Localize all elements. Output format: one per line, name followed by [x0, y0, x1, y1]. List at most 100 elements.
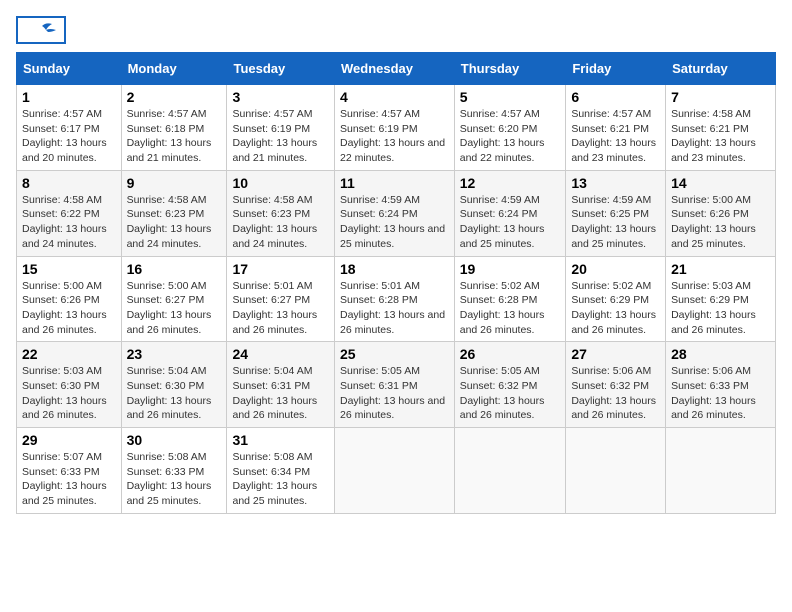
calendar-cell: 30 Sunrise: 5:08 AMSunset: 6:33 PMDaylig…	[121, 428, 227, 514]
day-number: 17	[232, 261, 329, 277]
calendar-cell: 16 Sunrise: 5:00 AMSunset: 6:27 PMDaylig…	[121, 256, 227, 342]
day-info: Sunrise: 4:58 AMSunset: 6:22 PMDaylight:…	[22, 193, 116, 252]
calendar-cell: 3 Sunrise: 4:57 AMSunset: 6:19 PMDayligh…	[227, 85, 335, 171]
column-header-wednesday: Wednesday	[334, 53, 454, 85]
day-number: 27	[571, 346, 660, 362]
day-number: 24	[232, 346, 329, 362]
day-number: 10	[232, 175, 329, 191]
calendar-cell: 17 Sunrise: 5:01 AMSunset: 6:27 PMDaylig…	[227, 256, 335, 342]
day-number: 5	[460, 89, 561, 105]
day-info: Sunrise: 4:58 AMSunset: 6:23 PMDaylight:…	[127, 193, 222, 252]
day-info: Sunrise: 5:06 AMSunset: 6:33 PMDaylight:…	[671, 364, 770, 423]
calendar-table: SundayMondayTuesdayWednesdayThursdayFrid…	[16, 52, 776, 514]
calendar-cell: 19 Sunrise: 5:02 AMSunset: 6:28 PMDaylig…	[454, 256, 566, 342]
day-number: 2	[127, 89, 222, 105]
calendar-cell: 14 Sunrise: 5:00 AMSunset: 6:26 PMDaylig…	[666, 170, 776, 256]
day-info: Sunrise: 5:05 AMSunset: 6:32 PMDaylight:…	[460, 364, 561, 423]
day-info: Sunrise: 4:59 AMSunset: 6:25 PMDaylight:…	[571, 193, 660, 252]
day-info: Sunrise: 4:59 AMSunset: 6:24 PMDaylight:…	[460, 193, 561, 252]
day-number: 3	[232, 89, 329, 105]
day-info: Sunrise: 4:57 AMSunset: 6:18 PMDaylight:…	[127, 107, 222, 166]
day-info: Sunrise: 4:58 AMSunset: 6:23 PMDaylight:…	[232, 193, 329, 252]
week-row-1: 1 Sunrise: 4:57 AMSunset: 6:17 PMDayligh…	[17, 85, 776, 171]
calendar-cell: 12 Sunrise: 4:59 AMSunset: 6:24 PMDaylig…	[454, 170, 566, 256]
week-row-2: 8 Sunrise: 4:58 AMSunset: 6:22 PMDayligh…	[17, 170, 776, 256]
logo	[16, 16, 66, 44]
calendar-cell	[334, 428, 454, 514]
page-header	[16, 16, 776, 44]
calendar-cell: 15 Sunrise: 5:00 AMSunset: 6:26 PMDaylig…	[17, 256, 122, 342]
day-number: 13	[571, 175, 660, 191]
column-header-friday: Friday	[566, 53, 666, 85]
day-info: Sunrise: 4:57 AMSunset: 6:21 PMDaylight:…	[571, 107, 660, 166]
calendar-cell: 28 Sunrise: 5:06 AMSunset: 6:33 PMDaylig…	[666, 342, 776, 428]
week-row-3: 15 Sunrise: 5:00 AMSunset: 6:26 PMDaylig…	[17, 256, 776, 342]
day-number: 31	[232, 432, 329, 448]
day-info: Sunrise: 5:00 AMSunset: 6:27 PMDaylight:…	[127, 279, 222, 338]
day-info: Sunrise: 5:03 AMSunset: 6:29 PMDaylight:…	[671, 279, 770, 338]
day-number: 7	[671, 89, 770, 105]
calendar-cell: 5 Sunrise: 4:57 AMSunset: 6:20 PMDayligh…	[454, 85, 566, 171]
day-info: Sunrise: 5:04 AMSunset: 6:30 PMDaylight:…	[127, 364, 222, 423]
day-info: Sunrise: 5:00 AMSunset: 6:26 PMDaylight:…	[22, 279, 116, 338]
day-info: Sunrise: 4:58 AMSunset: 6:21 PMDaylight:…	[671, 107, 770, 166]
day-number: 20	[571, 261, 660, 277]
column-header-monday: Monday	[121, 53, 227, 85]
logo-bird-icon	[28, 22, 56, 40]
day-info: Sunrise: 5:05 AMSunset: 6:31 PMDaylight:…	[340, 364, 449, 423]
calendar-cell: 29 Sunrise: 5:07 AMSunset: 6:33 PMDaylig…	[17, 428, 122, 514]
day-info: Sunrise: 5:08 AMSunset: 6:34 PMDaylight:…	[232, 450, 329, 509]
calendar-cell: 23 Sunrise: 5:04 AMSunset: 6:30 PMDaylig…	[121, 342, 227, 428]
day-number: 29	[22, 432, 116, 448]
column-header-tuesday: Tuesday	[227, 53, 335, 85]
column-header-saturday: Saturday	[666, 53, 776, 85]
column-header-thursday: Thursday	[454, 53, 566, 85]
week-row-5: 29 Sunrise: 5:07 AMSunset: 6:33 PMDaylig…	[17, 428, 776, 514]
day-info: Sunrise: 5:04 AMSunset: 6:31 PMDaylight:…	[232, 364, 329, 423]
day-number: 25	[340, 346, 449, 362]
day-number: 16	[127, 261, 222, 277]
day-number: 15	[22, 261, 116, 277]
calendar-cell: 2 Sunrise: 4:57 AMSunset: 6:18 PMDayligh…	[121, 85, 227, 171]
calendar-cell: 20 Sunrise: 5:02 AMSunset: 6:29 PMDaylig…	[566, 256, 666, 342]
week-row-4: 22 Sunrise: 5:03 AMSunset: 6:30 PMDaylig…	[17, 342, 776, 428]
calendar-cell: 22 Sunrise: 5:03 AMSunset: 6:30 PMDaylig…	[17, 342, 122, 428]
calendar-cell	[454, 428, 566, 514]
day-number: 26	[460, 346, 561, 362]
day-number: 8	[22, 175, 116, 191]
calendar-cell: 10 Sunrise: 4:58 AMSunset: 6:23 PMDaylig…	[227, 170, 335, 256]
day-info: Sunrise: 5:02 AMSunset: 6:28 PMDaylight:…	[460, 279, 561, 338]
day-number: 30	[127, 432, 222, 448]
calendar-cell: 8 Sunrise: 4:58 AMSunset: 6:22 PMDayligh…	[17, 170, 122, 256]
day-info: Sunrise: 5:00 AMSunset: 6:26 PMDaylight:…	[671, 193, 770, 252]
day-info: Sunrise: 5:06 AMSunset: 6:32 PMDaylight:…	[571, 364, 660, 423]
day-number: 14	[671, 175, 770, 191]
calendar-cell: 26 Sunrise: 5:05 AMSunset: 6:32 PMDaylig…	[454, 342, 566, 428]
day-number: 18	[340, 261, 449, 277]
day-number: 12	[460, 175, 561, 191]
day-info: Sunrise: 4:57 AMSunset: 6:19 PMDaylight:…	[232, 107, 329, 166]
day-info: Sunrise: 5:03 AMSunset: 6:30 PMDaylight:…	[22, 364, 116, 423]
calendar-cell: 1 Sunrise: 4:57 AMSunset: 6:17 PMDayligh…	[17, 85, 122, 171]
calendar-cell: 11 Sunrise: 4:59 AMSunset: 6:24 PMDaylig…	[334, 170, 454, 256]
day-info: Sunrise: 5:08 AMSunset: 6:33 PMDaylight:…	[127, 450, 222, 509]
calendar-cell: 4 Sunrise: 4:57 AMSunset: 6:19 PMDayligh…	[334, 85, 454, 171]
day-info: Sunrise: 5:07 AMSunset: 6:33 PMDaylight:…	[22, 450, 116, 509]
day-number: 28	[671, 346, 770, 362]
calendar-cell: 18 Sunrise: 5:01 AMSunset: 6:28 PMDaylig…	[334, 256, 454, 342]
column-header-sunday: Sunday	[17, 53, 122, 85]
calendar-cell	[566, 428, 666, 514]
day-info: Sunrise: 5:01 AMSunset: 6:27 PMDaylight:…	[232, 279, 329, 338]
header-row: SundayMondayTuesdayWednesdayThursdayFrid…	[17, 53, 776, 85]
day-number: 21	[671, 261, 770, 277]
day-info: Sunrise: 4:57 AMSunset: 6:20 PMDaylight:…	[460, 107, 561, 166]
day-info: Sunrise: 4:57 AMSunset: 6:17 PMDaylight:…	[22, 107, 116, 166]
day-number: 4	[340, 89, 449, 105]
calendar-cell: 6 Sunrise: 4:57 AMSunset: 6:21 PMDayligh…	[566, 85, 666, 171]
calendar-cell: 21 Sunrise: 5:03 AMSunset: 6:29 PMDaylig…	[666, 256, 776, 342]
calendar-cell: 31 Sunrise: 5:08 AMSunset: 6:34 PMDaylig…	[227, 428, 335, 514]
day-number: 22	[22, 346, 116, 362]
day-number: 9	[127, 175, 222, 191]
calendar-cell: 27 Sunrise: 5:06 AMSunset: 6:32 PMDaylig…	[566, 342, 666, 428]
day-number: 11	[340, 175, 449, 191]
